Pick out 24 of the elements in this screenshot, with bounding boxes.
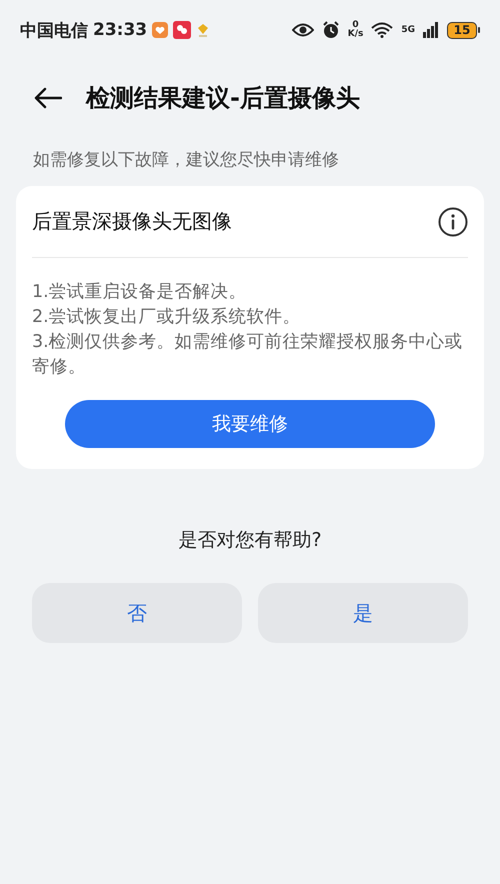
diamond-app-icon (196, 23, 210, 37)
clock-time: 23:33 (93, 20, 148, 40)
feedback-button[interactable]: 是 (258, 583, 468, 643)
alarm-icon (322, 21, 340, 39)
net-speed-unit: K/s (348, 30, 364, 39)
net-speed-value: 0 (352, 21, 359, 30)
network-type: 5G (401, 25, 415, 35)
battery-level: 15 (447, 22, 477, 38)
eye-icon (292, 23, 314, 37)
repair-button[interactable]: 我要维修 (65, 400, 435, 448)
fault-title: 后置景深摄像头无图像 (32, 208, 232, 235)
wifi-icon (371, 22, 394, 38)
suggestion-text: 1.尝试重启设备是否解决。 (32, 281, 248, 304)
suggestion-text: 2.尝试恢复出厂或升级系统软件。 (32, 306, 302, 329)
back-button[interactable] (34, 87, 62, 109)
page-title: 检测结果建议-后置摄像头 (86, 83, 360, 114)
suggestion-text: 3.检测仅供参考。如需维修可前往荣耀授权服务中心或寄修。 (32, 331, 464, 379)
signal-icon (423, 22, 439, 38)
feedback-question: 是否对您有帮助? (177, 528, 323, 553)
subtitle-text: 如需修复以下故障，建议您尽快申请维修 (33, 149, 340, 171)
info-icon[interactable] (438, 206, 468, 236)
feedback-button[interactable]: 否 (32, 583, 242, 643)
heart-app-icon (152, 22, 168, 38)
carrier-name: 中国电信 (20, 20, 88, 42)
